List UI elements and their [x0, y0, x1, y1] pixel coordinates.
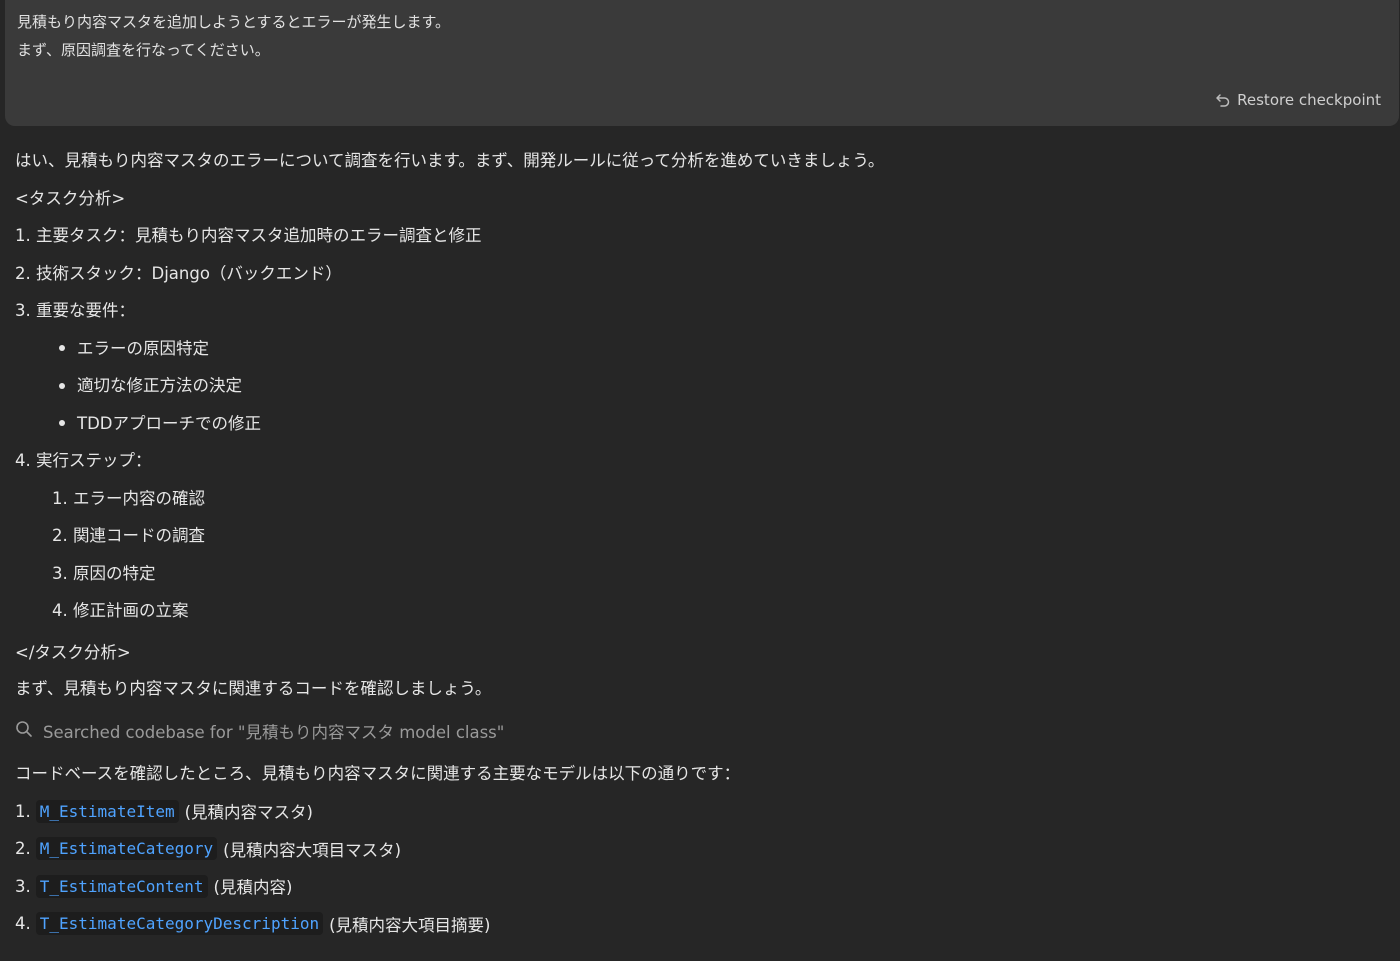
user-message: 見積もり内容マスタを追加しようとするとエラーが発生します。 まず、原因調査を行な… [5, 0, 1399, 126]
model-list-item: 2. M_EstimateCategory (見積内容大項目マスタ) [15, 830, 1385, 868]
undo-arrow-icon [1215, 92, 1231, 108]
next-step-text: まず、見積もり内容マスタに関連するコードを確認しましょう。 [15, 678, 492, 698]
task-analysis-open-tag: <タスク分析> [15, 188, 126, 208]
steps-heading: 4. 実行ステップ： [15, 451, 152, 470]
assistant-message: はい、見積もり内容マスタのエラーについて調査を行います。まず、開発ルールに従って… [15, 142, 1385, 943]
list-number: 1. [15, 801, 31, 821]
step-item: 1. エラー内容の確認 [52, 488, 205, 508]
restore-checkpoint-button[interactable]: Restore checkpoint [1215, 88, 1381, 112]
requirement-text: 適切な修正方法の決定 [77, 376, 242, 395]
model-list-item: 3. T_EstimateContent (見積内容) [15, 868, 1385, 906]
requirement-item: 適切な修正方法の決定 [15, 367, 1385, 405]
list-item: 3. 重要な要件： [15, 301, 135, 320]
inline-code[interactable]: M_EstimateItem [35, 799, 179, 823]
list-number: 4. [15, 914, 31, 934]
bullet-icon [59, 420, 65, 427]
list-number: 3. [15, 876, 31, 896]
step-item: 4. 修正計画の立案 [52, 601, 189, 620]
step-item: 3. 原因の特定 [52, 563, 156, 583]
bullet-icon [59, 382, 65, 389]
model-list-item: 4. T_EstimateCategoryDescription (見積内容大項… [15, 905, 1385, 943]
step-item: 2. 関連コードの調査 [52, 526, 205, 545]
inline-code[interactable]: T_EstimateContent [35, 874, 208, 898]
codebase-search-result[interactable]: Searched codebase for "見積もり内容マスタ model c… [15, 707, 1385, 755]
list-item: 2. 技術スタック：Django（バックエンド） [15, 263, 342, 283]
restore-checkpoint-label: Restore checkpoint [1237, 91, 1381, 109]
search-text: Searched codebase for "見積もり内容マスタ model c… [43, 723, 505, 742]
user-message-line: 見積もり内容マスタを追加しようとするとエラーが発生します。 [17, 13, 451, 31]
task-analysis-close-tag: </タスク分析> [15, 642, 131, 662]
search-icon [15, 720, 33, 742]
model-list-item: 1. M_EstimateItem (見積内容マスタ) [15, 793, 1385, 831]
inline-code[interactable]: T_EstimateCategoryDescription [35, 912, 324, 936]
model-description: (見積内容大項目摘要) [329, 915, 491, 935]
model-description: (見積内容大項目マスタ) [223, 840, 402, 860]
model-description: (見積内容) [213, 878, 293, 898]
result-intro-text: コードベースを確認したところ、見積もり内容マスタに関連する主要なモデルは以下の通… [15, 764, 741, 783]
requirement-item: エラーの原因特定 [15, 330, 1385, 368]
requirement-text: TDDアプローチでの修正 [77, 413, 261, 433]
model-description: (見積内容マスタ) [184, 803, 313, 823]
list-item: 1. 主要タスク：見積もり内容マスタ追加時のエラー調査と修正 [15, 226, 482, 245]
intro-text: はい、見積もり内容マスタのエラーについて調査を行います。まず、開発ルールに従って… [15, 151, 885, 170]
list-number: 2. [15, 839, 31, 859]
inline-code[interactable]: M_EstimateCategory [35, 837, 218, 861]
user-message-line: まず、原因調査を行なってください。 [17, 41, 270, 59]
requirement-text: エラーの原因特定 [77, 338, 209, 358]
bullet-icon [59, 345, 65, 352]
requirement-item: TDDアプローチでの修正 [15, 405, 1385, 443]
